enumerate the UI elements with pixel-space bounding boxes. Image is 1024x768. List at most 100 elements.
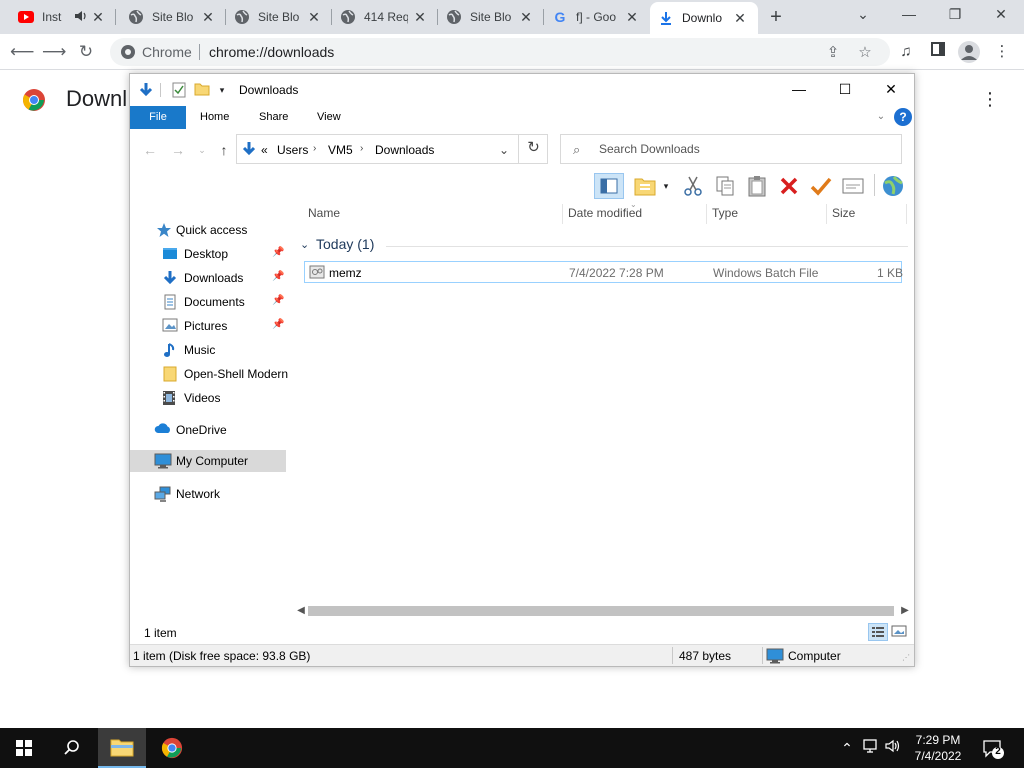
pin-icon[interactable]: 📌 [272, 247, 284, 258]
nav-item-videos[interactable]: Videos [130, 387, 286, 409]
tab-site-blocked-1[interactable]: Site Blo ✕ [120, 0, 226, 34]
close-icon[interactable]: ✕ [306, 9, 322, 25]
nav-item-network[interactable]: Network [130, 483, 286, 505]
breadcrumb-users[interactable]: Users [277, 143, 308, 157]
chevron-down-icon[interactable]: ⌄ [499, 143, 509, 157]
preview-pane-icon[interactable] [594, 173, 624, 199]
close-icon[interactable]: ✕ [90, 9, 106, 25]
search-button[interactable] [48, 728, 96, 768]
copy-icon[interactable] [712, 173, 738, 199]
tab-google[interactable]: G f] - Goo ✕ [544, 0, 650, 34]
action-center-button[interactable]: 2 [982, 738, 1004, 760]
tab-downloads[interactable]: Downlo ✕ [650, 2, 758, 34]
column-header-type[interactable]: Type [712, 206, 738, 220]
file-explorer-taskbar-button[interactable] [98, 728, 146, 768]
ribbon-tab-view[interactable]: View [317, 106, 341, 129]
nav-item-music[interactable]: Music [130, 339, 286, 361]
horizontal-scrollbar[interactable]: ◀ ▶ [294, 602, 914, 620]
cut-icon[interactable] [680, 173, 706, 199]
resize-grip-icon[interactable]: ⋰ [902, 653, 910, 662]
url-text[interactable]: chrome://downloads [209, 44, 334, 60]
ribbon-tab-share[interactable]: Share [259, 106, 288, 129]
pin-icon[interactable]: 📌 [272, 319, 284, 330]
internet-globe-icon[interactable] [880, 173, 906, 199]
refresh-button[interactable]: ↻ [518, 134, 548, 164]
pin-icon[interactable]: 📌 [272, 295, 284, 306]
side-panel-icon[interactable] [928, 42, 948, 62]
reload-button[interactable]: ↻ [74, 40, 98, 64]
profile-avatar[interactable] [958, 41, 980, 63]
nav-item-documents[interactable]: Documents 📌 [130, 291, 286, 313]
back-button[interactable]: ⟵ [10, 40, 34, 64]
large-icons-view-icon[interactable] [890, 623, 910, 641]
maximize-button[interactable]: ☐ [822, 74, 868, 104]
start-button[interactable] [0, 728, 48, 768]
nav-item-onedrive[interactable]: OneDrive [130, 419, 286, 441]
pin-icon[interactable]: 📌 [272, 271, 284, 282]
table-row[interactable]: memz 7/4/2022 7:28 PM Windows Batch File… [304, 261, 903, 283]
audio-icon[interactable] [74, 9, 88, 25]
close-icon[interactable]: ✕ [624, 9, 640, 25]
chrome-secure-icon[interactable] [120, 44, 136, 60]
rename-check-icon[interactable] [808, 173, 834, 199]
chevron-down-icon[interactable]: ▾ [660, 173, 672, 199]
tab-youtube[interactable]: Inst ✕ [10, 0, 116, 34]
restore-button[interactable]: ❐ [932, 0, 978, 30]
search-input[interactable] [599, 140, 889, 158]
scroll-right-icon[interactable]: ▶ [898, 604, 912, 618]
recent-locations-icon[interactable]: ⌄ [192, 140, 212, 160]
breadcrumb-vm5[interactable]: VM5 [328, 143, 353, 157]
close-icon[interactable]: ✕ [732, 10, 748, 26]
new-folder-icon[interactable] [194, 82, 210, 98]
forward-button[interactable]: ⟶ [42, 40, 66, 64]
tab-414-request[interactable]: 414 Req ✕ [332, 0, 438, 34]
expand-ribbon-icon[interactable]: ⌄ [874, 110, 888, 124]
close-icon[interactable]: ✕ [200, 9, 216, 25]
file-name[interactable]: memz [329, 266, 362, 280]
minimize-button[interactable]: — [886, 0, 932, 30]
help-icon[interactable]: ? [894, 108, 912, 126]
media-control-icon[interactable]: ♫ [896, 42, 916, 62]
column-header-size[interactable]: Size [832, 206, 855, 220]
chevron-right-icon[interactable]: › [313, 143, 316, 154]
delete-icon[interactable] [776, 173, 802, 199]
ribbon-tab-home[interactable]: Home [200, 106, 229, 129]
chevron-down-icon[interactable]: ⌄ [300, 238, 309, 251]
ribbon-file-tab[interactable]: File [130, 106, 186, 129]
chevron-up-icon[interactable]: ⌃ [838, 738, 856, 758]
system-clock[interactable]: 7:29 PM 7/4/2022 [896, 732, 980, 764]
customize-quick-access-icon[interactable]: ▾ [214, 82, 230, 98]
scroll-left-icon[interactable]: ◀ [294, 604, 308, 618]
forward-arrow-icon[interactable]: → [168, 140, 188, 160]
chrome-menu-icon[interactable]: ⋮ [992, 42, 1012, 62]
paste-icon[interactable] [744, 173, 770, 199]
close-icon[interactable]: ✕ [518, 9, 534, 25]
folder-options-icon[interactable] [632, 173, 658, 199]
nav-item-quick-access[interactable]: Quick access [130, 219, 286, 241]
close-window-button[interactable]: ✕ [868, 74, 914, 104]
nav-item-desktop[interactable]: Desktop 📌 [130, 243, 286, 265]
tab-site-blocked-2[interactable]: Site Blo ✕ [226, 0, 332, 34]
scrollbar-thumb[interactable] [308, 606, 894, 616]
new-tab-button[interactable]: + [766, 7, 786, 27]
properties-icon[interactable] [172, 82, 188, 98]
explorer-address-bar[interactable]: « Users › VM5 › Downloads ⌄ [236, 134, 548, 164]
chrome-taskbar-button[interactable] [148, 728, 196, 768]
back-arrow-icon[interactable]: ← [140, 140, 160, 160]
chevron-right-icon[interactable]: › [360, 143, 363, 154]
tab-search-icon[interactable]: ⌄ [840, 0, 886, 30]
close-icon[interactable]: ✕ [412, 9, 428, 25]
bookmark-star-icon[interactable]: ☆ [856, 44, 874, 62]
column-header-name[interactable]: Name [308, 206, 340, 220]
minimize-button[interactable]: — [776, 74, 822, 104]
nav-item-my-computer[interactable]: My Computer [130, 450, 286, 472]
details-view-icon[interactable] [868, 623, 888, 641]
group-header-today[interactable]: ⌄ Today (1) [300, 236, 908, 256]
breadcrumb-downloads[interactable]: Downloads [375, 143, 434, 157]
properties-window-icon[interactable] [840, 173, 866, 199]
nav-item-downloads[interactable]: Downloads 📌 [130, 267, 286, 289]
close-window-button[interactable]: ✕ [978, 0, 1024, 30]
up-arrow-icon[interactable]: ↑ [214, 140, 234, 160]
explorer-titlebar[interactable]: ▾ Downloads — ☐ ✕ [130, 74, 914, 106]
network-status-icon[interactable] [862, 738, 880, 758]
